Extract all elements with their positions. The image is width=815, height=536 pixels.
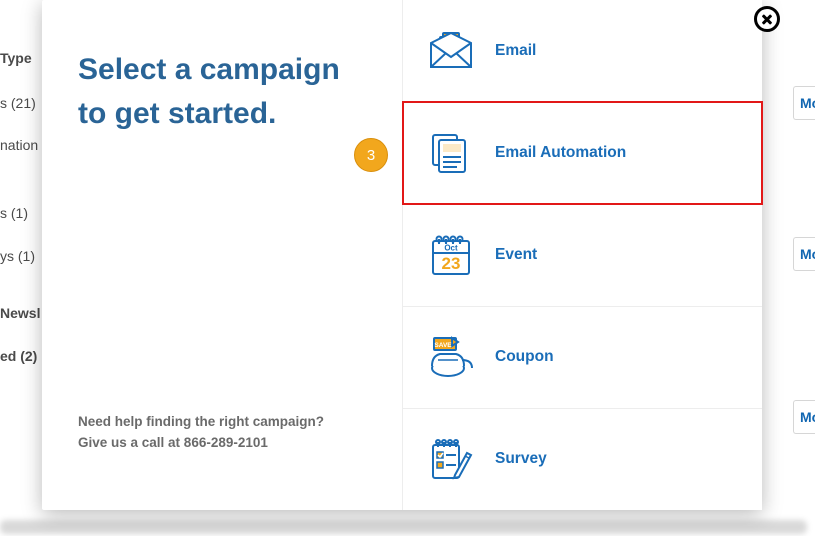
sidebar-item[interactable]: ed (2) <box>0 348 37 364</box>
svg-text:23: 23 <box>442 254 461 273</box>
sidebar-item[interactable]: nation <box>0 137 38 153</box>
event-icon: Oct 23 <box>427 231 475 279</box>
more-button[interactable]: Mo <box>793 237 815 271</box>
modal-left-panel: Select a campaign to get started. Need h… <box>42 0 402 510</box>
survey-icon <box>427 435 475 483</box>
option-coupon[interactable]: SAVE Coupon <box>403 307 762 409</box>
option-survey[interactable]: Survey <box>403 409 762 510</box>
sidebar-item[interactable]: s (21) <box>0 95 36 111</box>
svg-text:SAVE: SAVE <box>434 342 452 349</box>
option-event[interactable]: Oct 23 Event <box>403 204 762 306</box>
more-button[interactable]: Mo <box>793 400 815 434</box>
coupon-icon: SAVE <box>427 333 475 381</box>
sidebar-item[interactable]: Newsl <box>0 305 40 321</box>
email-automation-icon <box>427 129 475 177</box>
close-button[interactable] <box>754 6 780 32</box>
sidebar-heading-type: Type <box>0 50 32 66</box>
modal-options-list: Email Email Automation <box>402 0 762 510</box>
option-label: Coupon <box>495 348 554 366</box>
option-label: Email <box>495 42 536 60</box>
sidebar-item[interactable]: s (1) <box>0 205 28 221</box>
shadow-decoration <box>0 520 807 534</box>
help-line2: Give us a call at 866-289-2101 <box>78 435 268 450</box>
more-button[interactable]: Mo <box>793 86 815 120</box>
modal-title: Select a campaign to get started. <box>78 48 366 135</box>
modal-title-line1: Select a campaign <box>78 53 340 86</box>
sidebar-item[interactable]: ys (1) <box>0 248 35 264</box>
campaign-type-modal: Select a campaign to get started. Need h… <box>42 0 762 510</box>
step-badge: 3 <box>354 138 388 172</box>
help-line1: Need help finding the right campaign? <box>78 414 324 429</box>
svg-text:Oct: Oct <box>444 244 458 253</box>
option-label: Survey <box>495 450 547 468</box>
option-email[interactable]: Email <box>403 0 762 102</box>
option-label: Email Automation <box>495 144 626 162</box>
help-text: Need help finding the right campaign? Gi… <box>78 411 366 454</box>
email-icon <box>427 27 475 75</box>
option-email-automation[interactable]: Email Automation <box>403 102 762 204</box>
option-label: Event <box>495 246 537 264</box>
modal-title-line2: to get started. <box>78 97 276 130</box>
